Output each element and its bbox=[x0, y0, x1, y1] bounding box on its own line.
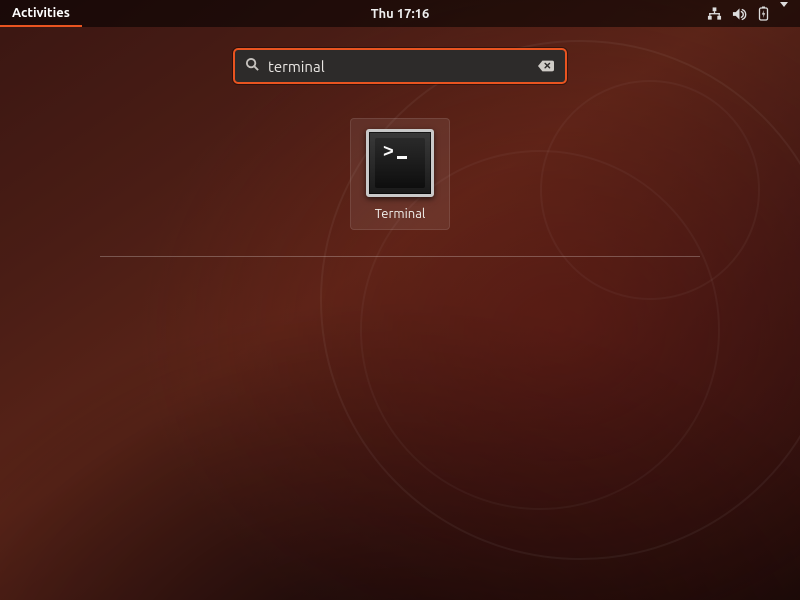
terminal-app-icon: > bbox=[366, 129, 434, 197]
volume-icon[interactable] bbox=[732, 7, 747, 21]
app-result-terminal[interactable]: > Terminal bbox=[350, 118, 450, 230]
chevron-down-icon[interactable] bbox=[780, 7, 788, 21]
status-area[interactable] bbox=[707, 6, 800, 21]
network-icon[interactable] bbox=[707, 7, 722, 21]
search-icon bbox=[245, 57, 260, 76]
clock[interactable]: Thu 17:16 bbox=[371, 7, 430, 21]
clear-search-button[interactable] bbox=[537, 57, 555, 75]
clock-text: Thu 17:16 bbox=[371, 7, 430, 21]
top-bar: Activities Thu 17:16 bbox=[0, 0, 800, 27]
wallpaper-circle bbox=[540, 80, 760, 300]
search-field[interactable] bbox=[233, 48, 567, 84]
activities-label: Activities bbox=[12, 6, 70, 20]
battery-icon[interactable] bbox=[757, 6, 770, 21]
search-input[interactable] bbox=[268, 58, 537, 75]
app-result-label: Terminal bbox=[375, 207, 426, 221]
search-container bbox=[233, 48, 567, 84]
results-separator bbox=[100, 256, 700, 257]
activities-button[interactable]: Activities bbox=[0, 0, 82, 27]
